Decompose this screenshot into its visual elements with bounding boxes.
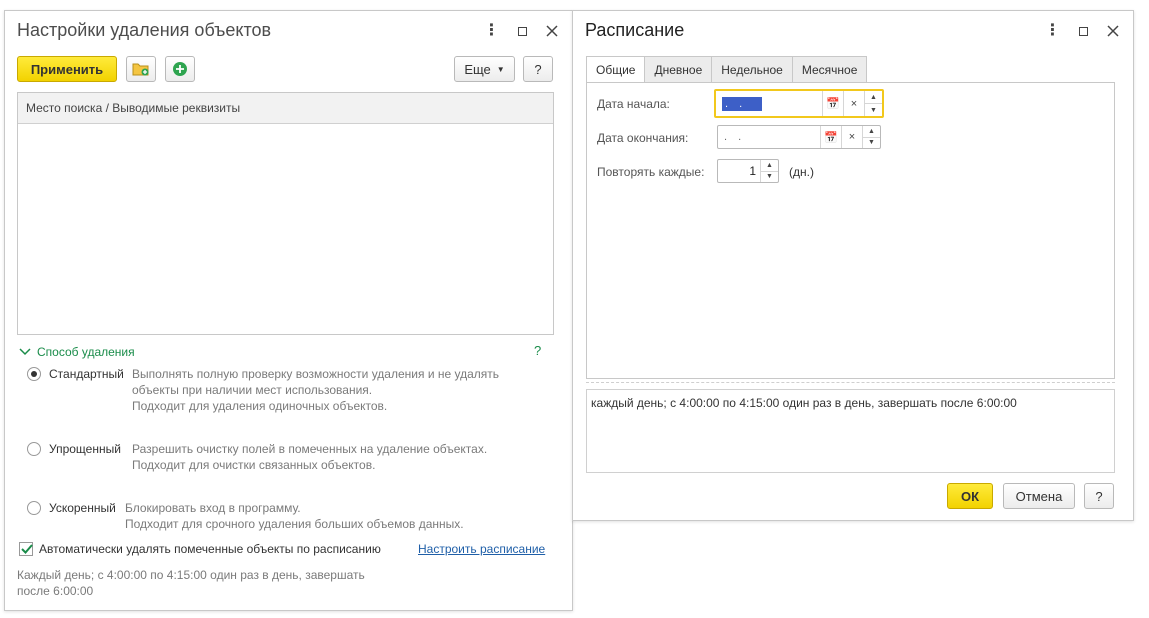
add-folder-button[interactable]	[126, 56, 156, 82]
option-description: Подходит для очистки связанных объектов.	[132, 458, 376, 472]
more-button-label: Еще	[464, 61, 491, 77]
folder-add-icon	[132, 63, 149, 76]
clear-icon[interactable]: ×	[843, 91, 864, 116]
option-description: Подходит для срочного удаления больших о…	[125, 517, 464, 531]
close-icon[interactable]	[1104, 22, 1122, 40]
auto-delete-label[interactable]: Автоматически удалять помеченные объекты…	[39, 542, 381, 556]
radio-indicator[interactable]	[27, 367, 41, 381]
search-location-list[interactable]: Место поиска / Выводимые реквизиты	[17, 92, 554, 335]
plus-circle-icon	[173, 62, 187, 76]
option-description: Разрешить очистку полей в помеченных на …	[132, 442, 488, 456]
more-options-icon[interactable]: ⋮	[1043, 22, 1061, 40]
start-date-value: . .	[722, 96, 762, 111]
repeat-spinner[interactable]: ▲ ▼	[760, 160, 778, 182]
window-title: Настройки удаления объектов	[17, 20, 272, 40]
apply-button[interactable]: Применить	[17, 56, 117, 82]
end-date-spinner[interactable]: ▲ ▼	[862, 126, 880, 148]
spin-up-icon[interactable]: ▲	[865, 91, 882, 104]
tab-general[interactable]: Общие	[586, 56, 645, 83]
help-button[interactable]: ?	[523, 56, 553, 82]
maximize-icon[interactable]	[513, 22, 531, 40]
tab-weekly[interactable]: Недельное	[711, 56, 792, 83]
radio-indicator[interactable]	[27, 501, 41, 515]
deletion-method-help-icon[interactable]: ?	[534, 343, 541, 358]
group-title: Способ удаления	[37, 345, 135, 359]
divider	[586, 382, 1115, 383]
repeat-unit: (дн.)	[789, 165, 814, 179]
tab-daily[interactable]: Дневное	[644, 56, 712, 83]
schedule-summary: после 6:00:00	[17, 584, 94, 598]
start-date-spinner[interactable]: ▲ ▼	[864, 91, 882, 116]
end-date-value: . .	[724, 131, 746, 143]
general-tab-panel: Дата начала: . . 📅 × ▲ ▼ Дата окончания:…	[586, 82, 1115, 379]
ok-button[interactable]: ОК	[947, 483, 993, 509]
repeat-label: Повторять каждые:	[597, 165, 705, 179]
schedule-summary: Каждый день; с 4:00:00 по 4:15:00 один р…	[17, 568, 365, 582]
spin-down-icon[interactable]: ▼	[761, 172, 778, 183]
start-date-input[interactable]: . .	[716, 91, 822, 116]
schedule-window: Расписание ⋮ Общие Дневное Недельное Мес…	[572, 10, 1134, 521]
schedule-tabs: Общие Дневное Недельное Месячное	[586, 56, 868, 83]
chevron-down-icon: ▼	[496, 64, 505, 74]
tab-monthly[interactable]: Месячное	[791, 56, 868, 83]
option-description: Подходит для удаления одиночных объектов…	[132, 399, 388, 413]
repeat-input[interactable]: 1	[718, 160, 760, 182]
add-button[interactable]	[165, 56, 195, 82]
checkmark-icon	[21, 544, 33, 554]
schedule-description: каждый день; с 4:00:00 по 4:15:00 один р…	[586, 389, 1115, 473]
object-deletion-settings-window: Настройки удаления объектов ⋮ Применить …	[4, 10, 573, 611]
more-button[interactable]: Еще ▼	[454, 56, 515, 82]
spin-up-icon[interactable]: ▲	[761, 160, 778, 172]
spin-up-icon[interactable]: ▲	[863, 126, 880, 138]
help-button[interactable]: ?	[1084, 483, 1114, 509]
option-description: Выполнять полную проверку возможности уд…	[132, 367, 500, 381]
clear-icon[interactable]: ×	[841, 126, 862, 148]
option-description: Блокировать вход в программу.	[125, 501, 301, 515]
radio-label: Упрощенный	[49, 442, 121, 456]
radio-label: Стандартный	[49, 367, 124, 381]
radio-label: Ускоренный	[49, 501, 116, 515]
repeat-field[interactable]: 1 ▲ ▼	[717, 159, 779, 183]
option-description: объекты при наличии мест использования.	[132, 383, 373, 397]
end-date-input[interactable]: . .	[718, 126, 820, 148]
radio-indicator[interactable]	[27, 442, 41, 456]
cancel-button[interactable]: Отмена	[1003, 483, 1075, 509]
start-date-field[interactable]: . . 📅 × ▲ ▼	[714, 89, 884, 118]
chevron-down-icon	[19, 348, 31, 356]
configure-schedule-link[interactable]: Настроить расписание	[418, 542, 545, 556]
more-options-icon[interactable]: ⋮	[482, 22, 500, 40]
window-title: Расписание	[585, 20, 685, 40]
start-date-label: Дата начала:	[597, 97, 670, 111]
list-column-header: Место поиска / Выводимые реквизиты	[18, 93, 553, 124]
maximize-icon[interactable]	[1074, 22, 1092, 40]
close-icon[interactable]	[543, 22, 561, 40]
calendar-icon[interactable]: 📅	[820, 126, 841, 148]
spin-down-icon[interactable]: ▼	[865, 104, 882, 116]
end-date-label: Дата окончания:	[597, 131, 689, 145]
auto-delete-checkbox[interactable]	[19, 542, 33, 556]
end-date-field[interactable]: . . 📅 × ▲ ▼	[717, 125, 881, 149]
spin-down-icon[interactable]: ▼	[863, 138, 880, 149]
calendar-icon[interactable]: 📅	[822, 91, 843, 116]
deletion-method-group-toggle[interactable]: Способ удаления	[19, 345, 135, 359]
